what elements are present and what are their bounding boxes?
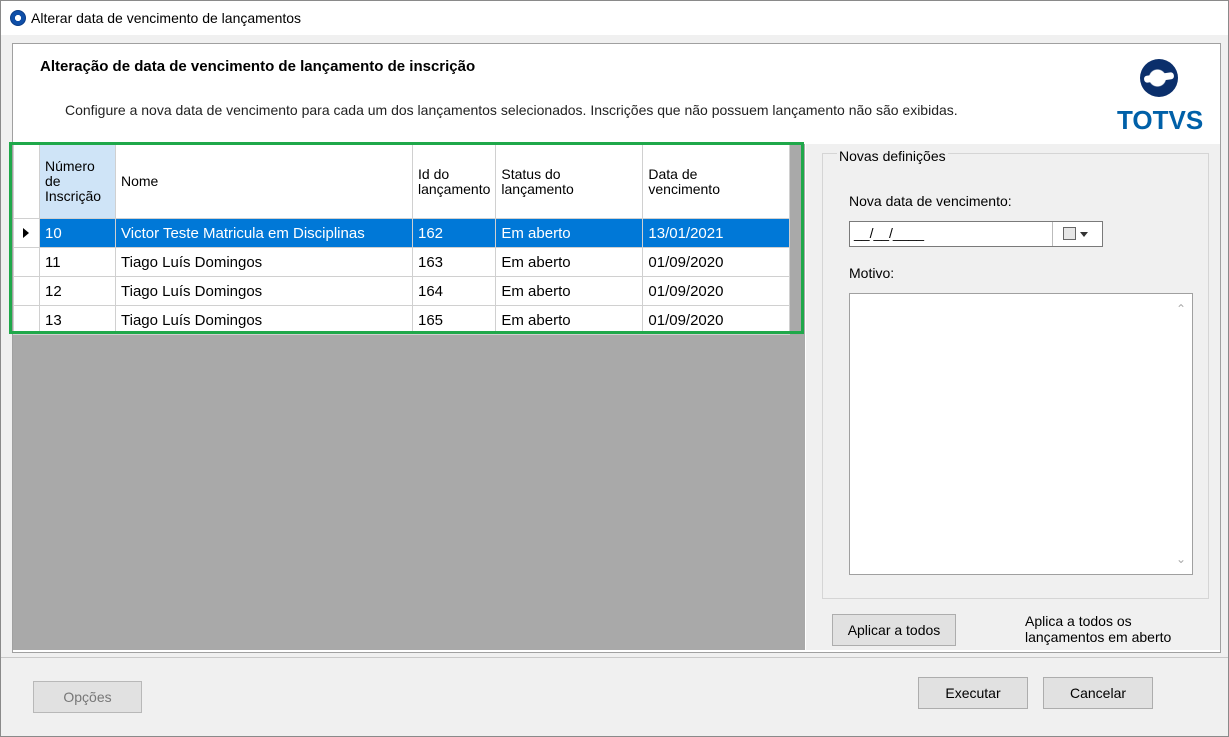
cell-numero[interactable]: 11 <box>39 247 116 277</box>
app-icon <box>10 10 26 26</box>
totvs-logo-icon <box>1140 59 1178 97</box>
column-header-nome-label: Nome <box>121 173 159 189</box>
apply-help-line1: Aplica a todos os <box>1025 613 1132 629</box>
options-button[interactable]: Opções <box>33 681 142 713</box>
column-header-data[interactable]: Data de vencimento <box>642 144 791 219</box>
column-header-status-line2: lançamento <box>501 180 574 197</box>
apply-help-line2: lançamentos em aberto <box>1025 629 1172 645</box>
motivo-label: Motivo: <box>849 265 895 281</box>
column-header-numero-line2: de <box>45 173 61 189</box>
calendar-icon[interactable] <box>1063 227 1076 240</box>
dialog-window: Alterar data de vencimento de lançamento… <box>0 0 1229 737</box>
cell-id[interactable]: 163 <box>411 247 497 277</box>
column-header-data-line2: vencimento <box>648 180 720 197</box>
column-header-id-line2: lançamento <box>418 180 491 197</box>
cell-numero[interactable]: 12 <box>39 276 116 306</box>
table-row[interactable]: 12 Tiago Luís Domingos 164 Em aberto 01/… <box>13 276 791 306</box>
column-header-id-line1: Id do <box>418 165 450 182</box>
row-selector[interactable] <box>13 218 40 248</box>
header-description: Configure a nova data de vencimento para… <box>65 102 958 118</box>
column-header-numero[interactable]: Número de Inscrição <box>39 144 116 219</box>
cell-numero[interactable]: 10 <box>39 218 116 248</box>
cell-data[interactable]: 13/01/2021 <box>642 218 791 248</box>
cell-status[interactable]: Em aberto <box>495 247 644 277</box>
table-row[interactable]: 11 Tiago Luís Domingos 163 Em aberto 01/… <box>13 247 791 277</box>
group-title: Novas definições <box>837 148 948 164</box>
column-header-numero-line1: Número <box>45 158 95 174</box>
settings-panel: Novas definições Nova data de vencimento… <box>806 144 1220 650</box>
row-selector[interactable] <box>13 276 40 306</box>
row-header-corner <box>13 144 40 219</box>
cell-data[interactable]: 01/09/2020 <box>642 276 791 306</box>
cell-status[interactable]: Em aberto <box>495 276 644 306</box>
table-row[interactable]: 10 Victor Teste Matricula em Disciplinas… <box>13 218 791 248</box>
novas-definicoes-group: Novas definições Nova data de vencimento… <box>822 148 1209 599</box>
motivo-textarea[interactable]: ⌃ ⌄ <box>849 293 1193 575</box>
column-header-status-line1: Status do <box>501 165 561 182</box>
date-label: Nova data de vencimento: <box>849 193 1012 209</box>
dropdown-arrow-icon[interactable] <box>1080 232 1088 237</box>
header: Alteração de data de vencimento de lança… <box>13 44 1220 144</box>
column-header-data-line1: Data de <box>648 165 698 182</box>
cancel-button[interactable]: Cancelar <box>1043 677 1153 709</box>
scroll-down-icon[interactable]: ⌄ <box>1176 552 1186 566</box>
title-bar[interactable]: Alterar data de vencimento de lançamento… <box>1 1 1228 35</box>
apply-help-text: Aplica a todos os lançamentos em aberto <box>1025 613 1171 645</box>
date-separator <box>1052 222 1053 246</box>
cell-nome[interactable]: Tiago Luís Domingos <box>115 305 413 335</box>
due-date-value: __/__/____ <box>854 225 925 241</box>
footer-separator <box>1 657 1228 658</box>
content-frame: Alteração de data de vencimento de lança… <box>9 43 1221 653</box>
table-row[interactable]: 13 Tiago Luís Domingos 165 Em aberto 01/… <box>13 305 791 335</box>
window-title: Alterar data de vencimento de lançamento… <box>31 10 302 26</box>
cell-status[interactable]: Em aberto <box>495 305 644 335</box>
header-title: Alteração de data de vencimento de lança… <box>40 58 476 75</box>
cell-data[interactable]: 01/09/2020 <box>642 305 791 335</box>
cell-nome[interactable]: Tiago Luís Domingos <box>115 247 413 277</box>
launches-grid: Número de Inscrição Nome Id do lançament… <box>13 144 791 335</box>
cell-status[interactable]: Em aberto <box>495 218 644 248</box>
grid-area: Número de Inscrição Nome Id do lançament… <box>9 142 805 650</box>
row-pointer-icon <box>23 227 29 238</box>
logo-text: TOTVS <box>1117 105 1204 135</box>
apply-to-all-button[interactable]: Aplicar a todos <box>832 614 956 646</box>
row-selector[interactable] <box>13 305 40 335</box>
totvs-logo: TOTVS <box>1117 56 1207 136</box>
cell-data[interactable]: 01/09/2020 <box>642 247 791 277</box>
cell-numero[interactable]: 13 <box>39 305 116 335</box>
cell-id[interactable]: 162 <box>411 218 497 248</box>
scroll-up-icon[interactable]: ⌃ <box>1176 302 1186 316</box>
row-selector[interactable] <box>13 247 40 277</box>
column-header-numero-line3: Inscrição <box>45 188 102 204</box>
column-header-nome[interactable]: Nome <box>115 144 413 219</box>
grid-header-row: Número de Inscrição Nome Id do lançament… <box>13 144 791 219</box>
column-header-status[interactable]: Status do lançamento <box>495 144 644 219</box>
cell-nome[interactable]: Tiago Luís Domingos <box>115 276 413 306</box>
cell-nome[interactable]: Victor Teste Matricula em Disciplinas <box>115 218 413 248</box>
due-date-input[interactable]: __/__/____ <box>849 221 1103 247</box>
column-header-id[interactable]: Id do lançamento <box>411 144 497 219</box>
cell-id[interactable]: 165 <box>411 305 497 335</box>
execute-button[interactable]: Executar <box>918 677 1028 709</box>
cell-id[interactable]: 164 <box>411 276 497 306</box>
